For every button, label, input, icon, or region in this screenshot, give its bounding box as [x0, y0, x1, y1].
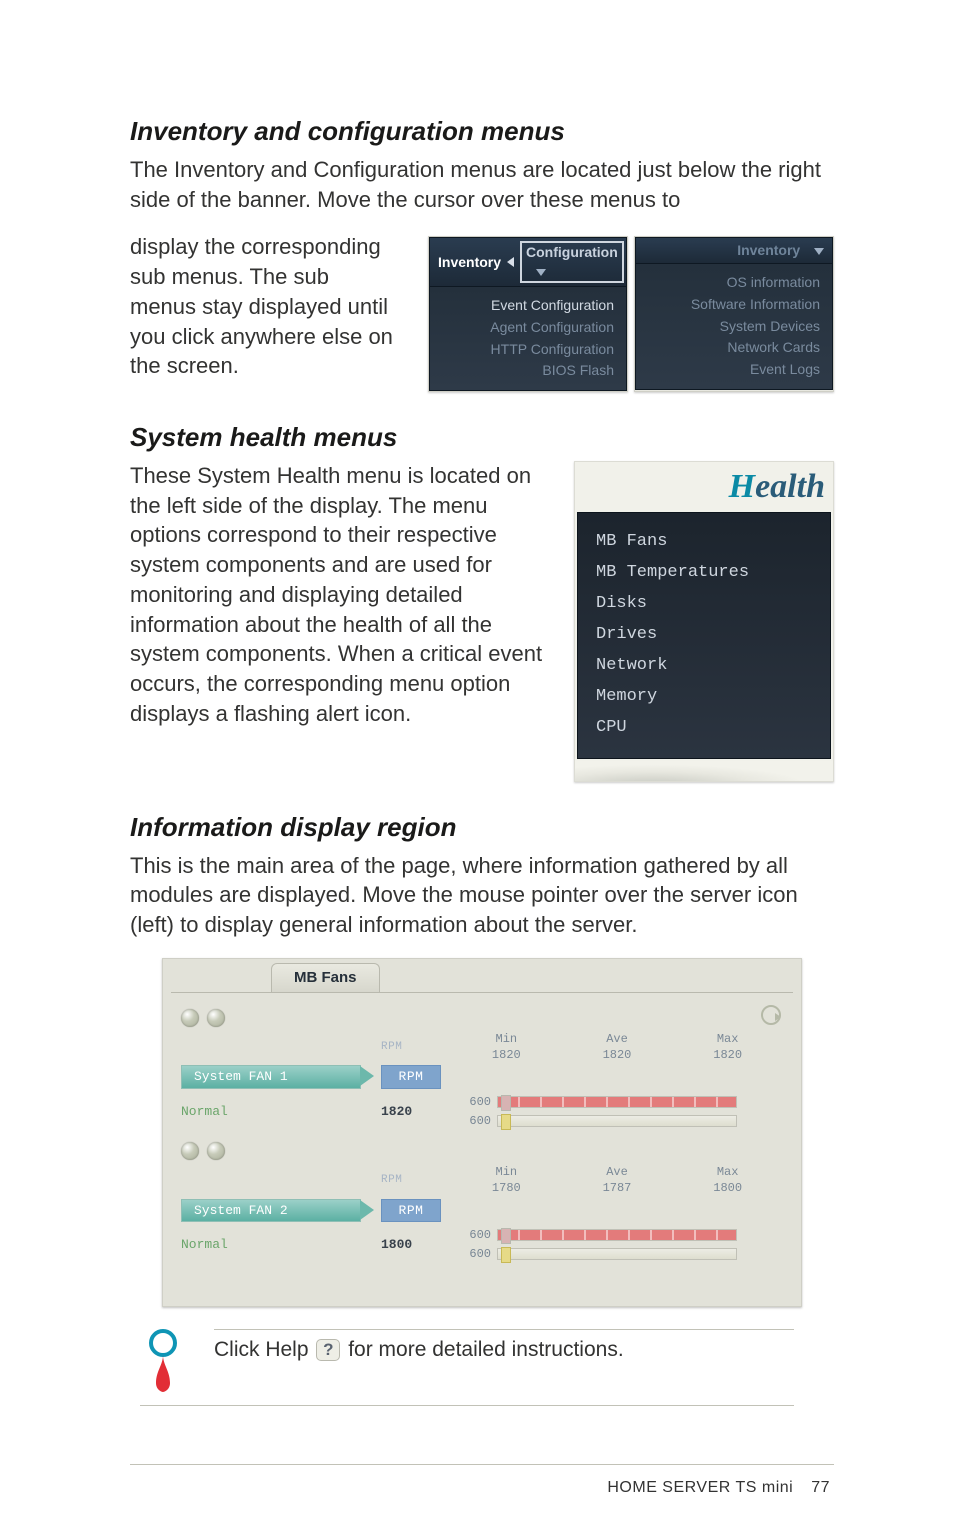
slider-handle — [501, 1095, 511, 1111]
fan-name-label: System FAN 2 — [181, 1199, 361, 1223]
mbfans-tab: MB Fans — [271, 963, 380, 992]
mbfans-screenshot: MB Fans RPM Min1820 Ave1820 Max1820 Sy — [162, 958, 802, 1307]
col-ave: Ave — [606, 1032, 628, 1046]
health-menu-item: MB Temperatures — [596, 558, 812, 589]
config-menu-item: Event Configuration — [442, 295, 614, 317]
page-footer: HOME SERVER TS mini 77 — [130, 1464, 834, 1499]
pin-tip-icon — [140, 1329, 186, 1395]
triangle-down-icon — [536, 269, 546, 276]
slider-bar — [497, 1248, 737, 1260]
val-max: 1800 — [713, 1181, 742, 1195]
health-menu-list: MB Fans MB Temperatures Disks Drives Net… — [577, 512, 831, 759]
inventory-menu-item: OS information — [648, 272, 820, 294]
fan-block: RPM Min 1780 Ave 1787 Max 1800 System FAN 2… — [181, 1142, 783, 1265]
tip-text: Click Help ? for more detailed instructi… — [214, 1329, 794, 1364]
col-ave: Ave — [606, 1165, 628, 1179]
col-max: Max — [717, 1165, 739, 1179]
inventory-header: Inventory — [438, 253, 514, 272]
footer-label: HOME SERVER TS mini — [607, 1477, 793, 1499]
health-menu-item: CPU — [596, 713, 812, 744]
para-invcfg-a: The Inventory and Configuration menus ar… — [130, 155, 834, 214]
heading-inventory-config: Inventory and configuration menus — [130, 114, 834, 149]
health-menu-item: Drives — [596, 620, 812, 651]
status-dot-icon — [181, 1009, 199, 1027]
config-menu-item: BIOS Flash — [442, 360, 614, 382]
configuration-header-box: Configuration — [520, 241, 624, 283]
reload-icon — [761, 1005, 781, 1025]
fan-block: RPM Min 1820 Ave 1820 Max 1820 System FAN 1… — [181, 1009, 783, 1132]
help-icon: ? — [316, 1339, 340, 1361]
fan-rpm-value: 1820 — [381, 1103, 451, 1121]
fan-rpm-value: 1800 — [381, 1236, 451, 1254]
tip-text-b: for more detailed instructions. — [348, 1338, 623, 1361]
heading-system-health: System health menus — [130, 420, 834, 455]
inventory-menu-item: Software Information — [648, 294, 820, 316]
val-max: 1820 — [713, 1048, 742, 1062]
triangle-down-icon — [814, 248, 824, 255]
config-menu-item: HTTP Configuration — [442, 339, 614, 361]
val-min: 1780 — [492, 1181, 521, 1195]
rpm-unit-box: RPM — [381, 1065, 441, 1089]
bar-value: 600 — [457, 1094, 491, 1110]
val-ave: 1787 — [603, 1181, 632, 1195]
inventory-header-right: Inventory — [737, 241, 824, 260]
para-invcfg-b: display the corresponding sub menus. The… — [130, 232, 400, 380]
rpm-unit-box: RPM — [381, 1199, 441, 1223]
slider-bar — [497, 1229, 737, 1241]
fan-name-label: System FAN 1 — [181, 1065, 361, 1089]
val-min: 1820 — [492, 1048, 521, 1062]
col-min: Min — [496, 1165, 518, 1179]
fan-status: Normal — [181, 1103, 381, 1121]
health-panel: Health MB Fans MB Temperatures Disks Dri… — [574, 461, 834, 781]
bar-value: 600 — [457, 1113, 491, 1129]
inventory-menu-item: System Devices — [648, 316, 820, 338]
health-menu-item: Memory — [596, 682, 812, 713]
health-menu-item: MB Fans — [596, 527, 812, 558]
triangle-left-icon — [507, 257, 514, 267]
configuration-header-text: Configuration — [526, 244, 618, 260]
col-min: Min — [496, 1032, 518, 1046]
heading-info-region: Information display region — [130, 810, 834, 845]
status-dot-icon — [181, 1142, 199, 1160]
col-max: Max — [717, 1032, 739, 1046]
health-menu-item: Disks — [596, 589, 812, 620]
bar-value: 600 — [457, 1246, 491, 1262]
tip-text-a: Click Help — [214, 1338, 314, 1361]
health-panel-title: Health — [575, 462, 833, 510]
menu-screenshots: Inventory Configuration Event Configurat… — [428, 236, 834, 392]
health-menu-item: Network — [596, 651, 812, 682]
config-menu-item: Agent Configuration — [442, 317, 614, 339]
col-rpm: RPM — [381, 1040, 451, 1055]
slider-handle — [501, 1114, 511, 1130]
inventory-menu-item: Event Logs — [648, 359, 820, 381]
inventory-menu-item: Network Cards — [648, 337, 820, 359]
page-number: 77 — [811, 1477, 830, 1499]
status-dot-icon — [207, 1009, 225, 1027]
para-syshealth: These System Health menu is located on t… — [130, 461, 548, 728]
slider-bar — [497, 1115, 737, 1127]
col-rpm: RPM — [381, 1173, 451, 1188]
configuration-menu-card: Inventory Configuration Event Configurat… — [428, 236, 628, 392]
inventory-menu-card: Inventory OS information Software Inform… — [634, 236, 834, 392]
val-ave: 1820 — [603, 1048, 632, 1062]
slider-handle — [501, 1247, 511, 1263]
slider-bar — [497, 1096, 737, 1108]
inventory-header-text: Inventory — [438, 253, 501, 272]
slider-handle — [501, 1228, 511, 1244]
fan-status: Normal — [181, 1236, 381, 1254]
bar-value: 600 — [457, 1227, 491, 1243]
status-dot-icon — [207, 1142, 225, 1160]
inventory-header-right-text: Inventory — [737, 242, 800, 258]
para-info-region: This is the main area of the page, where… — [130, 851, 834, 940]
